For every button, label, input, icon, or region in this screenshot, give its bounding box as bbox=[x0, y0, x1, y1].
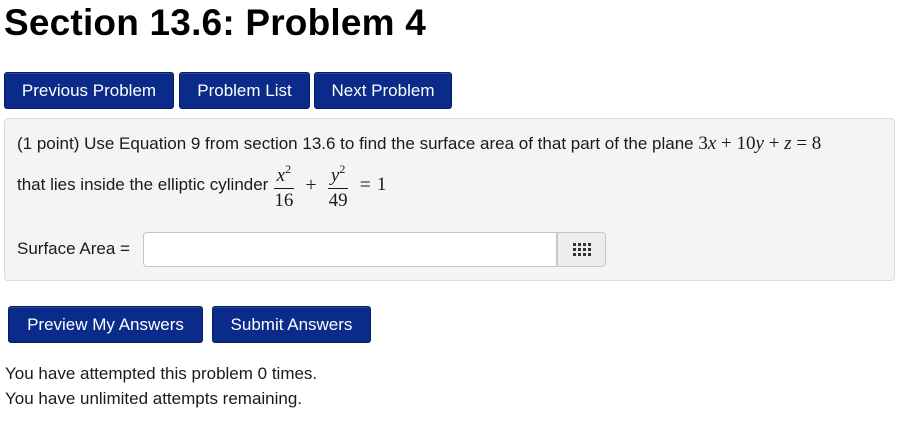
problem-statement-line1: (1 point) Use Equation 9 from section 13… bbox=[17, 133, 821, 155]
submit-answers-button[interactable]: Submit Answers bbox=[212, 306, 371, 343]
keypad-grid-icon bbox=[572, 242, 591, 256]
preview-answers-button[interactable]: Preview My Answers bbox=[8, 306, 203, 343]
surface-area-input[interactable] bbox=[143, 232, 557, 267]
surface-area-label: Surface Area = bbox=[17, 239, 130, 258]
plane-equation: 3x + 10y + z = 8 bbox=[698, 133, 822, 154]
cylinder-text: that lies inside the elliptic cylinder bbox=[17, 175, 269, 194]
plus-sign: + bbox=[305, 173, 317, 196]
attempts-status: You have attempted this problem 0 times. bbox=[5, 364, 318, 383]
fraction-y: y2 49 bbox=[326, 157, 351, 213]
equals-sign: = bbox=[359, 173, 371, 196]
next-problem-button[interactable]: Next Problem bbox=[314, 72, 452, 109]
problem-panel: (1 point) Use Equation 9 from section 13… bbox=[4, 118, 895, 281]
page-title: Section 13.6: Problem 4 bbox=[4, 2, 427, 43]
problem-intro-text: (1 point) Use Equation 9 from section 13… bbox=[17, 134, 699, 153]
equation-keypad-button[interactable] bbox=[557, 232, 606, 267]
problem-statement-line2: that lies inside the elliptic cylinder x… bbox=[17, 155, 386, 215]
remaining-attempts-status: You have unlimited attempts remaining. bbox=[5, 389, 303, 408]
previous-problem-button[interactable]: Previous Problem bbox=[4, 72, 174, 109]
problem-list-button[interactable]: Problem List bbox=[179, 72, 310, 109]
cylinder-rhs: 1 bbox=[376, 174, 387, 195]
fraction-x: x2 16 bbox=[271, 157, 296, 213]
